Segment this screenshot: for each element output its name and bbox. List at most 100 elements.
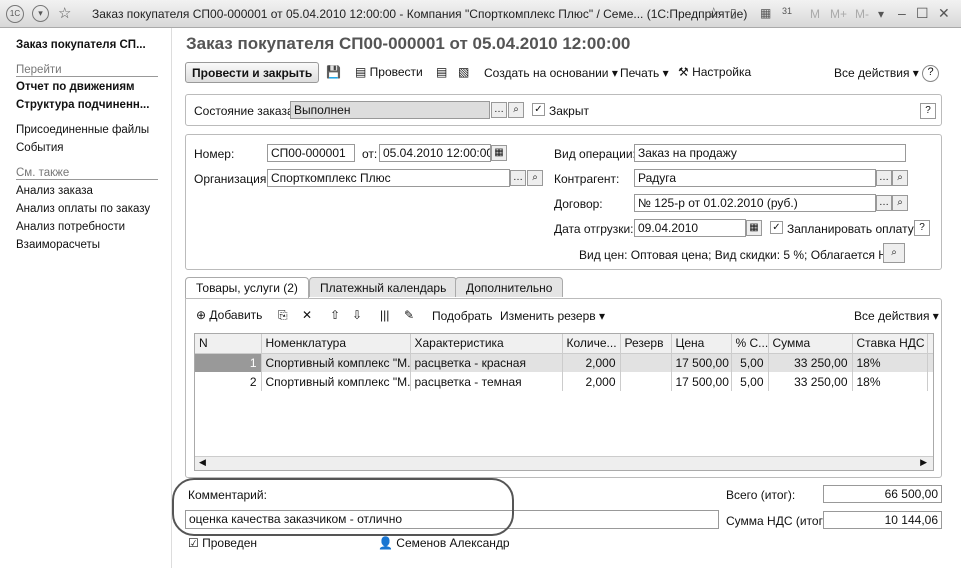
search-icon[interactable]: ⌕ — [527, 170, 543, 186]
contract-field[interactable]: № 125-р от 01.02.2010 (руб.) — [634, 194, 876, 212]
app-logo-icon[interactable]: 1С — [6, 5, 24, 23]
eraser-icon[interactable]: ✎ — [404, 308, 414, 322]
sidebar: Заказ покупателя СП... Перейти Отчет по … — [0, 28, 172, 568]
pick-button[interactable]: Подобрать — [432, 309, 492, 323]
contractor-field[interactable]: Радуга — [634, 169, 876, 187]
search-icon[interactable]: ⌕ — [508, 102, 524, 118]
help-icon[interactable]: ? — [914, 220, 930, 236]
move-down-icon[interactable]: ⇩ — [352, 308, 362, 322]
col-discount[interactable]: % С... — [731, 334, 769, 354]
col-sum[interactable]: Сумма — [768, 334, 853, 354]
col-n[interactable]: N — [195, 334, 262, 354]
tab-goods[interactable]: Товары, услуги (2) — [185, 277, 309, 298]
col-reserve[interactable]: Резерв — [620, 334, 672, 354]
barcode-icon[interactable]: ||| — [380, 308, 389, 322]
col-characteristic[interactable]: Характеристика — [410, 334, 563, 354]
sidebar-item-files[interactable]: Присоединенные файлы — [16, 124, 149, 136]
help-icon[interactable]: ? — [920, 103, 936, 119]
cell-vat-rate: 18% — [852, 353, 928, 372]
create-based-button[interactable]: Создать на основании ▾ — [484, 66, 618, 80]
number-field[interactable]: СП00-000001 — [267, 144, 355, 162]
search-icon[interactable]: ⌕ — [883, 243, 905, 263]
menu-dropdown-icon[interactable]: ▾ — [32, 5, 49, 22]
scroll-right-icon[interactable]: ▶ — [920, 457, 927, 468]
org-field[interactable]: Спорткомплекс Плюс — [267, 169, 510, 187]
price-info: Вид цен: Оптовая цена; Вид скидки: 5 %; … — [579, 248, 904, 262]
date-field[interactable]: 05.04.2010 12:00:00 — [379, 144, 491, 162]
post-and-close-button[interactable]: Провести и закрыть — [185, 62, 320, 83]
help-icon[interactable]: ? — [922, 65, 939, 82]
sidebar-item-events[interactable]: События — [16, 142, 63, 154]
move-up-icon[interactable]: ⇧ — [330, 308, 340, 322]
table-all-actions-label: Все действия — [854, 309, 930, 323]
change-reserve-button[interactable]: Изменить резерв ▾ — [500, 309, 605, 323]
add-button[interactable]: ⊕ Добавить — [196, 308, 262, 322]
select-button[interactable]: … — [876, 170, 892, 186]
maximize-icon[interactable]: ☐ — [916, 5, 929, 22]
calendar-icon[interactable]: ▦ — [491, 145, 507, 161]
vat-field: 10 144,06 — [823, 511, 942, 529]
scroll-left-icon[interactable]: ◀ — [199, 457, 206, 468]
cell-price: 17 500,00 — [671, 372, 732, 391]
operation-field[interactable]: Заказ на продажу — [634, 144, 906, 162]
calculator-icon[interactable]: ▦ — [760, 6, 771, 20]
cell-sum: 33 250,00 — [768, 353, 853, 372]
cell-quantity: 2,000 — [562, 372, 621, 391]
cell-reserve — [620, 353, 672, 372]
search-icon[interactable]: ⌕ — [892, 170, 908, 186]
list-icon[interactable]: ▤ — [436, 65, 447, 79]
chevron-down-icon[interactable]: ▾ — [878, 7, 884, 21]
table-all-actions-button[interactable]: Все действия ▾ — [854, 309, 939, 323]
sidebar-item-demand-analysis[interactable]: Анализ потребности — [16, 221, 125, 233]
col-vat-rate[interactable]: Ставка НДС — [852, 334, 928, 354]
sidebar-item-structure[interactable]: Структура подчиненн... — [16, 99, 149, 111]
tab-additional[interactable]: Дополнительно — [455, 277, 564, 297]
post-label: Провести — [369, 65, 423, 79]
table-row[interactable]: 2 Спортивный комплекс "М... расцветка - … — [195, 372, 933, 391]
cell-sum: 33 250,00 — [768, 372, 853, 391]
minimize-icon[interactable]: – — [898, 5, 906, 21]
status-field[interactable]: Выполнен — [290, 101, 490, 119]
sidebar-item-payment-analysis[interactable]: Анализ оплаты по заказу — [16, 203, 150, 215]
table-row[interactable]: 1 Спортивный комплекс "М... расцветка - … — [195, 353, 933, 372]
sidebar-item-settlements[interactable]: Взаиморасчеты — [16, 239, 100, 251]
header-panel: Номер: СП00-000001 от: 05.04.2010 12:00:… — [185, 134, 942, 270]
memory-plus-button[interactable]: M+ — [830, 7, 847, 21]
select-button[interactable]: … — [491, 102, 507, 118]
save-icon[interactable]: 💾 — [326, 65, 341, 79]
plan-payment-checkbox[interactable]: ✓ — [770, 221, 783, 234]
post-button[interactable]: ▤ Провести — [355, 65, 423, 79]
close-icon[interactable]: ✕ — [938, 5, 950, 22]
copy-icon[interactable]: ⎘ — [278, 308, 288, 323]
structure-icon[interactable]: ▧ — [458, 65, 469, 79]
horizontal-scrollbar[interactable]: ◀ ▶ — [195, 456, 933, 470]
closed-checkbox[interactable]: ✓ — [532, 103, 545, 116]
delete-icon[interactable]: ✕ — [302, 308, 312, 322]
total-field: 66 500,00 — [823, 485, 942, 503]
memory-button[interactable]: M — [810, 7, 820, 21]
memory-minus-button[interactable]: M- — [855, 7, 869, 21]
add-label: Добавить — [209, 308, 263, 322]
settings-button[interactable]: ⚒ Настройка — [678, 65, 751, 79]
col-item[interactable]: Номенклатура — [261, 334, 411, 354]
select-button[interactable]: … — [876, 195, 892, 211]
cell-quantity: 2,000 — [562, 353, 621, 372]
sidebar-item-movements[interactable]: Отчет по движениям — [16, 81, 135, 93]
goods-panel: ⊕ Добавить ⎘ ✕ ⇧ ⇩ ||| ✎ Подобрать Измен… — [185, 298, 942, 478]
ship-date-field[interactable]: 09.04.2010 — [634, 219, 746, 237]
tab-payment-calendar[interactable]: Платежный календарь — [309, 277, 458, 297]
favorite-star-icon[interactable]: ☆ — [707, 4, 720, 22]
print-button[interactable]: Печать ▾ — [620, 66, 669, 80]
contract-label: Договор: — [554, 197, 603, 211]
favorite-star-icon[interactable]: ☆ — [58, 4, 71, 22]
search-icon[interactable]: ⌕ — [892, 195, 908, 211]
col-quantity[interactable]: Количе... — [562, 334, 621, 354]
bookmark-icon[interactable]: ▯ — [730, 6, 737, 20]
calendar-icon[interactable]: ▦ — [746, 220, 762, 236]
author: 👤 Семенов Александр — [378, 536, 510, 550]
all-actions-button[interactable]: Все действия ▾ — [834, 66, 919, 80]
sidebar-item-order-analysis[interactable]: Анализ заказа — [16, 185, 93, 197]
calendar-icon[interactable]: 31 — [782, 6, 792, 16]
col-price[interactable]: Цена — [671, 334, 732, 354]
select-button[interactable]: … — [510, 170, 526, 186]
